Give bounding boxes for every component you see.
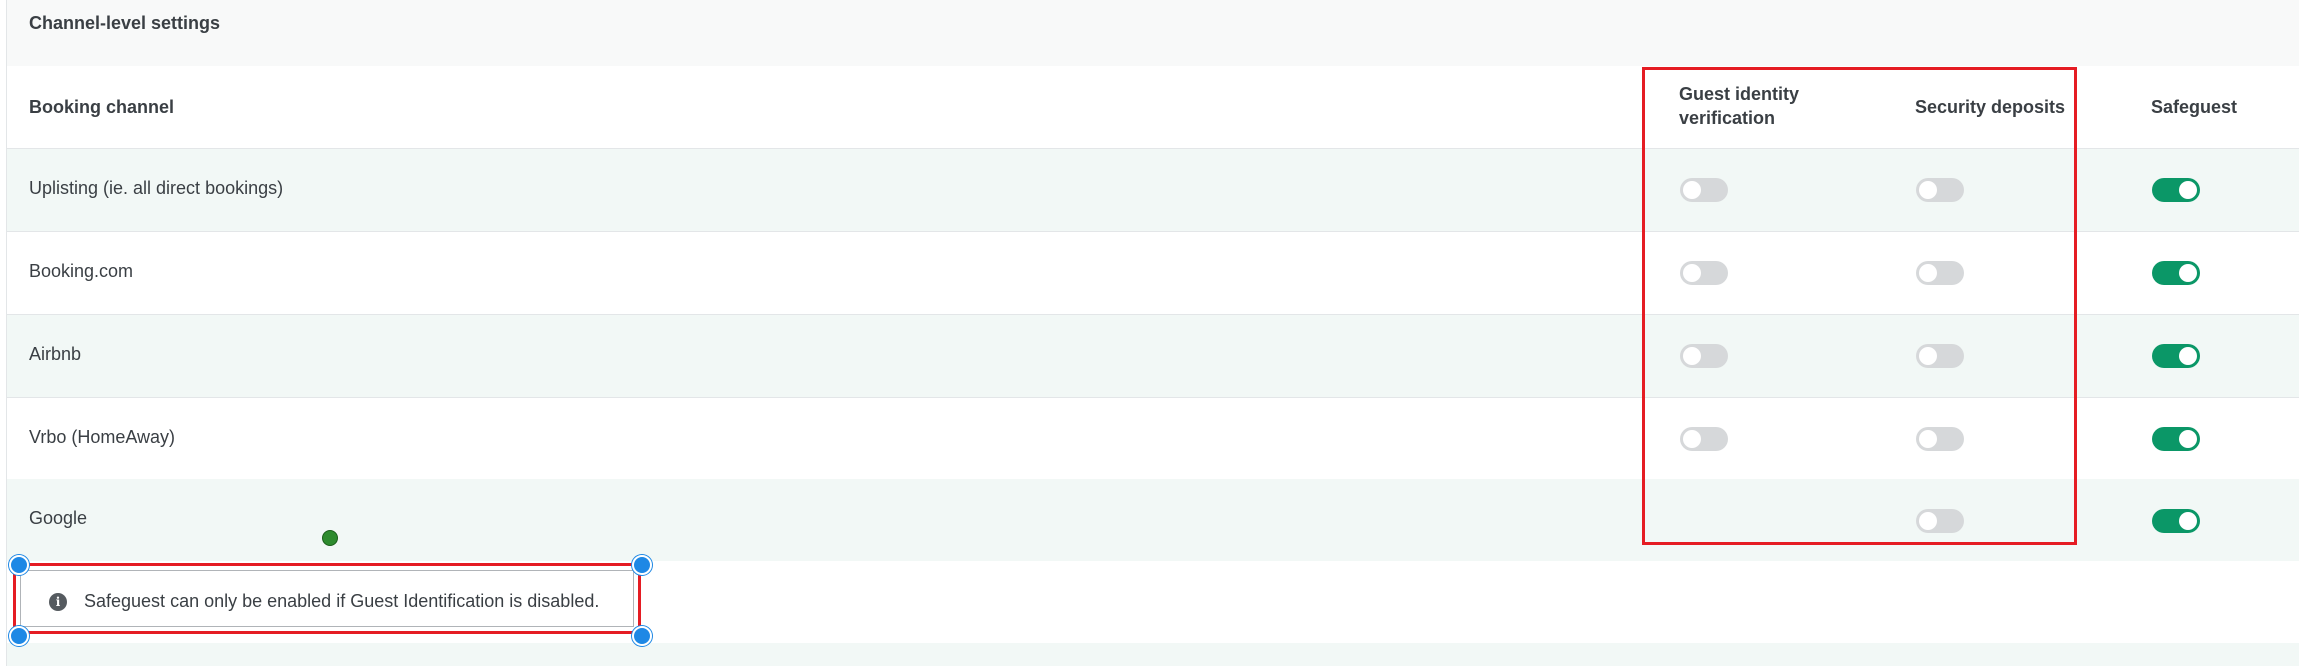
toggle-knob [1683,347,1701,365]
column-header-security-deposits: Security deposits [1915,97,2066,117]
info-note: i Safeguest can only be enabled if Guest… [20,570,634,627]
toggle-knob [1683,264,1701,282]
toggle-knob [2179,181,2197,199]
resize-handle-top-right[interactable] [632,555,652,575]
safeguest-toggle[interactable] [2152,427,2200,451]
table-row: Uplisting (ie. all direct bookings) [7,149,2299,232]
column-header-guest-identity-line1: Guest identity [1679,84,1800,104]
resize-handle-top-left[interactable] [9,555,29,575]
channel-name: Google [29,508,88,528]
security-deposits-toggle[interactable] [1916,261,1964,285]
toggle-knob [1683,181,1701,199]
guest-identity-verification-toggle[interactable] [1680,344,1728,368]
security-deposits-toggle[interactable] [1916,178,1964,202]
column-header-safeguest: Safeguest [2151,97,2238,117]
toggle-knob [2179,347,2197,365]
channel-name: Airbnb [29,344,82,364]
resize-handle-bottom-right[interactable] [632,626,652,646]
toggle-knob [1919,347,1937,365]
rotate-handle[interactable] [322,530,338,546]
column-header-guest-identity-verification: Guest identity verification [1679,82,1799,130]
column-header-booking-channel: Booking channel [29,97,175,117]
toggle-knob [1683,430,1701,448]
channel-name: Vrbo (HomeAway) [29,427,176,447]
resize-handle-bottom-left[interactable] [9,626,29,646]
next-row-strip [7,643,2299,666]
info-note-text: Safeguest can only be enabled if Guest I… [84,591,600,611]
section-header: Channel-level settings [7,0,2299,67]
toggle-knob [2179,264,2197,282]
security-deposits-toggle[interactable] [1916,427,1964,451]
toggle-knob [1919,264,1937,282]
guest-identity-verification-toggle[interactable] [1680,261,1728,285]
info-icon: i [49,593,67,611]
toggle-knob [1919,430,1937,448]
table-row: Google [7,479,2299,562]
channel-name: Uplisting (ie. all direct bookings) [29,178,284,198]
safeguest-toggle[interactable] [2152,344,2200,368]
toggle-knob [2179,430,2197,448]
note-highlight-annotation[interactable]: i Safeguest can only be enabled if Guest… [13,563,641,634]
section-title: Channel-level settings [29,13,221,33]
safeguest-toggle[interactable] [2152,178,2200,202]
toggle-knob [1919,512,1937,530]
table-row: Airbnb [7,315,2299,398]
guest-identity-verification-toggle[interactable] [1680,427,1728,451]
security-deposits-toggle[interactable] [1916,344,1964,368]
table-row: Booking.com [7,232,2299,315]
table-row: Vrbo (HomeAway) [7,398,2299,481]
safeguest-toggle[interactable] [2152,261,2200,285]
guest-identity-verification-toggle[interactable] [1680,178,1728,202]
table-header-row: Booking channel Guest identity verificat… [7,66,2299,149]
column-header-guest-identity-line2: verification [1679,108,1776,128]
toggle-knob [1919,181,1937,199]
safeguest-toggle[interactable] [2152,509,2200,533]
security-deposits-toggle[interactable] [1916,509,1964,533]
channel-name: Booking.com [29,261,134,281]
toggle-knob [2179,512,2197,530]
